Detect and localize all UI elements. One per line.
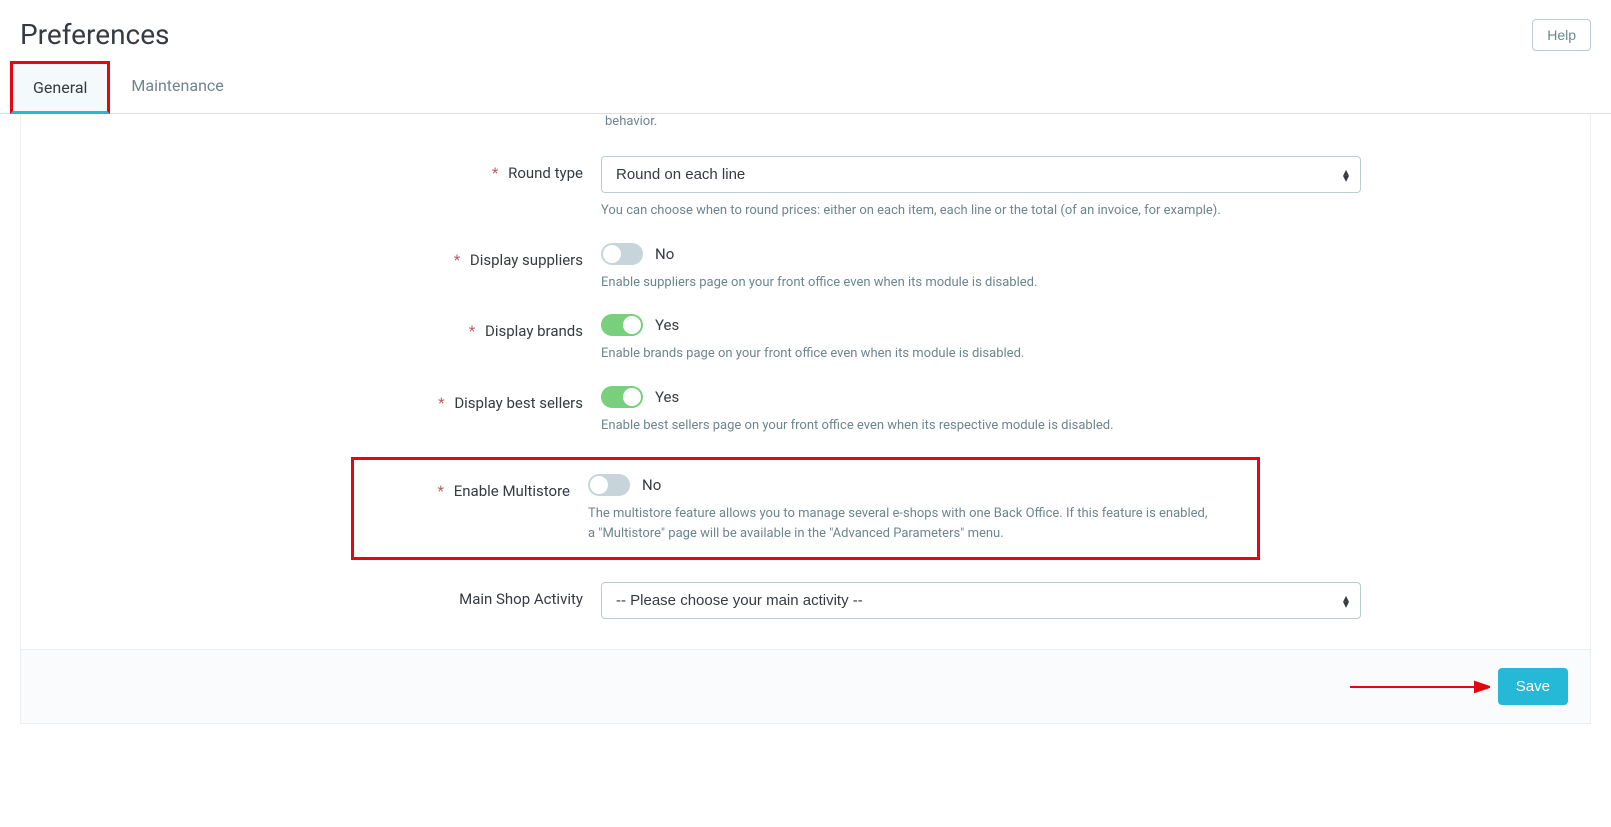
required-star-icon: * (438, 482, 444, 500)
round-type-select[interactable]: Round on each line (601, 156, 1361, 193)
highlight-enable-multistore: * Enable Multistore No The multistore fe… (351, 457, 1260, 560)
display-best-sellers-toggle[interactable] (601, 386, 643, 408)
display-brands-toggle[interactable] (601, 314, 643, 336)
row-enable-multistore: * Enable Multistore No The multistore fe… (354, 474, 1257, 543)
toggle-state-label: No (642, 476, 661, 494)
display-suppliers-toggle[interactable] (601, 243, 643, 265)
row-round-type: * Round type Round on each line ▴▾ You c… (21, 156, 1590, 221)
required-star-icon: * (438, 394, 444, 412)
help-display-best-sellers: Enable best sellers page on your front o… (601, 416, 1361, 436)
tabs: General Maintenance (0, 61, 1611, 114)
required-star-icon: * (469, 322, 475, 340)
form-container: behavior. * Round type Round on each lin… (20, 114, 1591, 724)
label-text: Display best sellers (454, 394, 583, 412)
label-text: Main Shop Activity (459, 590, 583, 608)
field-display-brands: Yes Enable brands page on your front off… (601, 314, 1401, 364)
tab-maintenance[interactable]: Maintenance (110, 61, 244, 113)
content-area: behavior. * Round type Round on each lin… (0, 114, 1611, 744)
label-display-brands: * Display brands (21, 314, 601, 340)
label-text: Display suppliers (470, 251, 583, 269)
help-display-brands: Enable brands page on your front office … (601, 344, 1361, 364)
row-display-suppliers: * Display suppliers No Enable suppliers … (21, 243, 1590, 293)
label-enable-multistore: * Enable Multistore (354, 474, 588, 500)
help-display-suppliers: Enable suppliers page on your front offi… (601, 273, 1361, 293)
required-star-icon: * (454, 251, 460, 269)
toggle-state-label: No (655, 245, 674, 263)
main-shop-activity-select[interactable]: -- Please choose your main activity -- (601, 582, 1361, 619)
page-title: Preferences (20, 18, 170, 51)
field-display-suppliers: No Enable suppliers page on your front o… (601, 243, 1401, 293)
required-star-icon: * (492, 164, 498, 182)
help-round-type: You can choose when to round prices: eit… (601, 201, 1361, 221)
label-display-suppliers: * Display suppliers (21, 243, 601, 269)
arrow-annotation-icon (1350, 677, 1490, 697)
row-display-brands: * Display brands Yes Enable brands page … (21, 314, 1590, 364)
toggle-state-label: Yes (655, 316, 679, 334)
toggle-state-label: Yes (655, 388, 679, 406)
page-header: Preferences Help (0, 0, 1611, 61)
help-enable-multistore: The multistore feature allows you to man… (588, 504, 1217, 543)
label-text: Display brands (485, 322, 583, 340)
field-main-shop-activity: -- Please choose your main activity -- ▴… (601, 582, 1401, 619)
label-main-shop-activity: Main Shop Activity (21, 582, 601, 608)
tab-general[interactable]: General (10, 61, 110, 114)
truncated-help-text: behavior. (21, 114, 1590, 134)
label-text: Enable Multistore (454, 482, 570, 500)
label-display-best-sellers: * Display best sellers (21, 386, 601, 412)
row-display-best-sellers: * Display best sellers Yes Enable best s… (21, 386, 1590, 436)
row-main-shop-activity: Main Shop Activity -- Please choose your… (21, 582, 1590, 619)
field-enable-multistore: No The multistore feature allows you to … (588, 474, 1257, 543)
help-button[interactable]: Help (1532, 19, 1591, 51)
label-text: Round type (508, 164, 583, 182)
field-round-type: Round on each line ▴▾ You can choose whe… (601, 156, 1401, 221)
label-round-type: * Round type (21, 156, 601, 182)
save-button[interactable]: Save (1498, 668, 1568, 705)
field-display-best-sellers: Yes Enable best sellers page on your fro… (601, 386, 1401, 436)
card-footer: Save (21, 649, 1590, 723)
enable-multistore-toggle[interactable] (588, 474, 630, 496)
